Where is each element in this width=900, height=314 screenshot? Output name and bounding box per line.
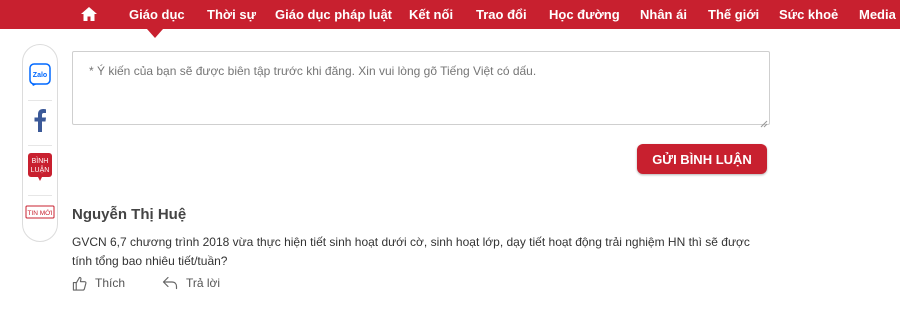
svg-text:BÌNH: BÌNH: [32, 156, 49, 165]
facebook-icon: [33, 108, 47, 137]
nav-item-thoi-su[interactable]: Thời sự: [207, 0, 256, 29]
nav-item-giao-duc-phap-luat[interactable]: Giáo dục pháp luật: [275, 0, 392, 29]
rail-divider: [28, 100, 52, 101]
thumbs-up-icon: [72, 276, 87, 291]
active-nav-pointer: [147, 29, 163, 38]
nav-item-hoc-duong[interactable]: Học đường: [549, 0, 620, 29]
reply-label: Trả lời: [186, 276, 221, 290]
nav-item-media[interactable]: Media: [859, 0, 896, 29]
comment-body: GVCN 6,7 chương trình 2018 vừa thực hiện…: [72, 235, 750, 268]
reply-arrow-icon: [162, 276, 178, 290]
facebook-share-button[interactable]: [23, 107, 57, 137]
comment-author: Nguyễn Thị Huệ: [72, 206, 187, 223]
share-rail: Zalo BÌNH LUẬN TIN MỚI: [22, 44, 58, 242]
svg-text:Zalo: Zalo: [33, 72, 47, 79]
comment-bubble-icon: BÌNH LUẬN: [27, 152, 53, 187]
nav-item-ket-noi[interactable]: Kết nối: [409, 0, 453, 29]
svg-text:TIN MỚI: TIN MỚI: [27, 208, 52, 217]
zalo-share-button[interactable]: Zalo: [23, 62, 57, 92]
resize-grip-icon[interactable]: [760, 115, 768, 128]
comment-textarea[interactable]: [72, 51, 770, 125]
like-label: Thích: [95, 276, 126, 290]
rail-divider: [28, 145, 52, 146]
nav-item-suc-khoe[interactable]: Sức khoẻ: [779, 0, 838, 29]
home-icon[interactable]: [80, 6, 98, 22]
latest-news-icon: TIN MỚI: [25, 204, 55, 225]
nav-item-giao-duc[interactable]: Giáo dục: [129, 0, 185, 29]
latest-news-button[interactable]: TIN MỚI: [23, 203, 57, 225]
rail-divider: [28, 195, 52, 196]
comment-jump-button[interactable]: BÌNH LUẬN: [23, 152, 57, 187]
zalo-icon: Zalo: [29, 62, 51, 92]
reply-button[interactable]: Trả lời: [162, 274, 220, 292]
nav-item-the-gioi[interactable]: Thế giới: [708, 0, 759, 29]
like-button[interactable]: Thích: [72, 274, 125, 292]
top-nav: Giáo dục Thời sự Giáo dục pháp luật Kết …: [0, 0, 900, 29]
svg-text:LUẬN: LUẬN: [31, 165, 50, 174]
nav-item-trao-doi[interactable]: Trao đổi: [476, 0, 527, 29]
submit-comment-button[interactable]: GỬI BÌNH LUẬN: [637, 144, 767, 174]
nav-item-nhan-ai[interactable]: Nhân ái: [640, 0, 687, 29]
